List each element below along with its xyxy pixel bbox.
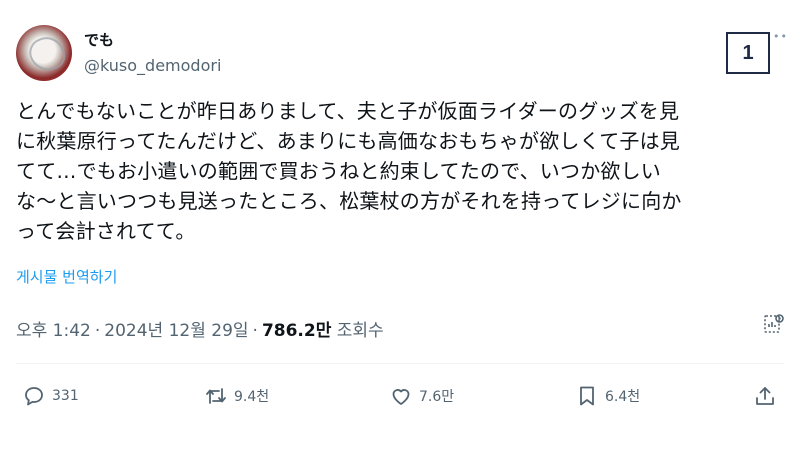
post-metadata: 오후 1:42 · 2024년 12월 29일 · 786.2만 조회수	[16, 316, 384, 341]
heart-icon	[392, 389, 410, 405]
divider	[16, 363, 784, 364]
retweet-count: 9.4천	[234, 389, 270, 405]
like-button[interactable]: 7.6만	[389, 384, 454, 408]
tweet-line: に秋葉原行ってたんだけど、あまりにも高価なおもちゃが欲しくて子は見	[16, 129, 680, 153]
like-count: 7.6만	[419, 389, 455, 405]
bookmark-button[interactable]: 6.4천	[575, 384, 640, 408]
view-count-label: 조회수	[336, 321, 384, 341]
more-dots-icon[interactable]: ••	[773, 30, 788, 43]
view-count: 786.2만	[261, 321, 332, 341]
reply-count: 331	[52, 388, 79, 404]
tweet-line: って会計されてて。	[16, 219, 196, 243]
share-icon	[756, 387, 774, 405]
translate-post-link[interactable]: 게시물 번역하기	[16, 266, 117, 287]
post-time[interactable]: 오후 1:42	[16, 321, 91, 341]
reply-icon	[25, 387, 43, 406]
post-date[interactable]: 2024년 12월 29일	[104, 321, 248, 341]
bookmark-icon	[580, 386, 594, 406]
author-display-name[interactable]: でも	[84, 29, 114, 50]
share-button[interactable]	[753, 384, 783, 408]
author-handle[interactable]: @kuso_demodori	[84, 56, 221, 75]
retweet-icon	[206, 388, 226, 404]
tweet-text: とんでもないことが昨日ありまして、夫と子が仮面ライダーのグッズを見 に秋葉原行っ…	[16, 96, 786, 246]
bookmark-count: 6.4천	[605, 389, 641, 405]
separator-dot: ·	[94, 321, 101, 341]
tweet-line: とんでもないことが昨日ありまして、夫と子が仮面ライダーのグッズを見	[16, 99, 680, 123]
reply-button[interactable]: 331	[22, 384, 79, 408]
analytics-icon[interactable]	[762, 312, 786, 336]
avatar[interactable]	[16, 25, 72, 81]
tweet-line: てて…でもお小遣いの範囲で買おうねと約束してたので、いつか欲しい	[16, 159, 661, 183]
retweet-button[interactable]: 9.4천	[204, 384, 269, 408]
tweet-line: な〜と言いつつも見送ったところ、松葉杖の方がそれを持ってレジに向か	[16, 189, 682, 213]
separator-dot: ·	[252, 321, 258, 341]
number-badge: 1	[726, 32, 770, 74]
